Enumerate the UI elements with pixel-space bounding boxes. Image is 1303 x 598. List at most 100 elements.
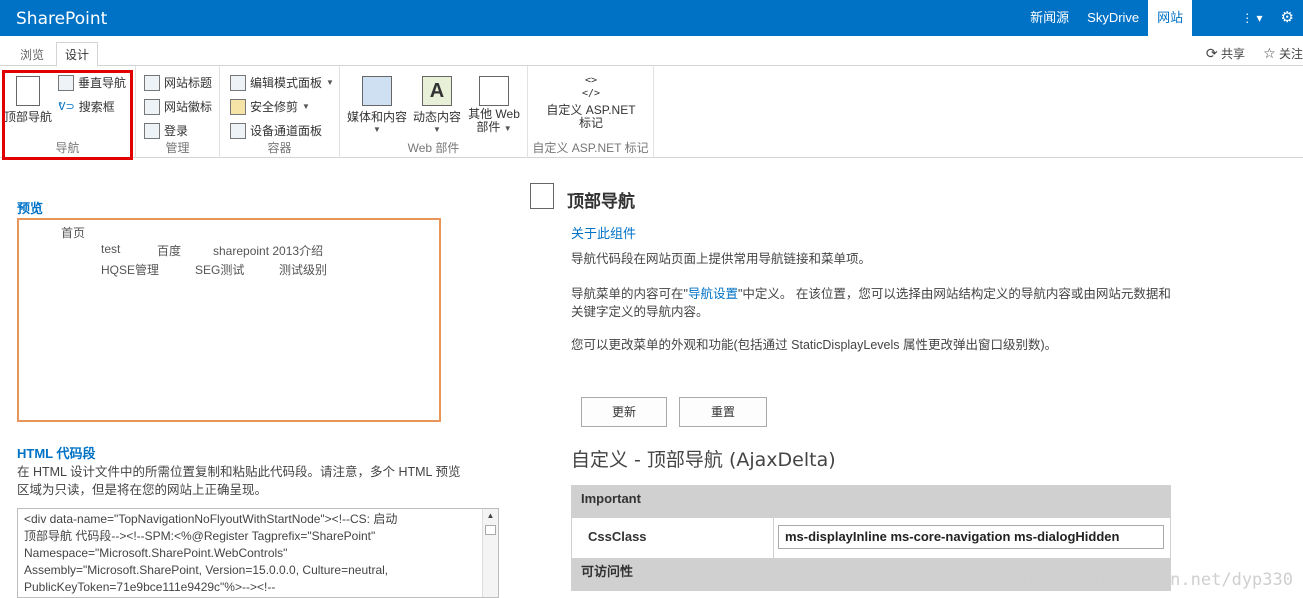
share-button[interactable]: ⟳ 共享 (1206, 45, 1245, 62)
cssclass-label: CssClass (588, 529, 647, 544)
component-desc-3: 您可以更改菜单的外观和功能(包括通过 StaticDisplayLevels 属… (571, 338, 1058, 352)
suite-links: 新闻源 SkyDrive 网站 ⋮ ▾ ⚙ (1021, 0, 1303, 36)
customize-title: 自定义 - 顶部导航 (AjaxDelta) (571, 449, 836, 471)
group-label-webparts: Web 部件 (407, 141, 460, 155)
section-important[interactable]: Important (571, 485, 1171, 518)
dynamic-content-label: 动态内容 (412, 110, 461, 124)
settings-icon[interactable]: ⚙ (1272, 0, 1303, 36)
section-accessibility-label: 可访问性 (581, 564, 634, 579)
security-trim-icon (230, 98, 246, 115)
desc2-pre: 导航菜单的内容可在" (571, 287, 688, 301)
login-button[interactable]: 登录 (144, 122, 188, 139)
site-title-icon (144, 74, 160, 91)
device-channel-panel-icon (230, 122, 246, 139)
group-custom-aspnet: <> </> 自定义 ASP.NET 标记 自定义 ASP.NET 标记 (528, 66, 654, 158)
edit-mode-panel-icon (230, 74, 246, 91)
preview-nav-item[interactable]: HQSE管理 (101, 261, 159, 278)
watermark: http://blog.csdn.net/dyp330 (1016, 570, 1293, 590)
preview-nav-item[interactable]: 百度 (157, 242, 181, 259)
login-label: 登录 (164, 124, 189, 138)
preview-nav-item[interactable]: 测试级别 (279, 261, 327, 278)
nav-settings-link[interactable]: 导航设置 (688, 287, 738, 301)
snippet-description: 在 HTML 设计文件中的所需位置复制和粘贴此代码段。请注意，多个 HTML 预… (17, 463, 461, 499)
other-webparts-label-2-text: 部件 (476, 120, 501, 134)
group-label-custom-aspnet: 自定义 ASP.NET 标记 (532, 141, 649, 155)
snippet-desc-line: 在 HTML 设计文件中的所需位置复制和粘贴此代码段。请注意，多个 HTML 预… (17, 465, 461, 479)
desc2-post: "中定义。 在该位置，您可以选择由网站结构定义的导航内容或由网站元数据和 (737, 287, 1171, 301)
device-channel-panel-button[interactable]: 设备通道面板 (230, 122, 322, 139)
custom-aspnet-label-2: 标记 (578, 116, 603, 130)
speaker-icon (362, 76, 392, 106)
ribbon: 顶部导航 垂直导航 ᕓ⊃ 搜索框 导航 网站标题 网站徽标 登录 管理 编辑模式… (0, 66, 1303, 158)
site-logo-label: 网站徽标 (164, 100, 213, 114)
snippet-code-textarea[interactable]: <div data-name="TopNavigationNoFlyoutWit… (17, 508, 499, 598)
preview-nav-item[interactable]: test (101, 242, 120, 256)
sites-link[interactable]: 网站 (1148, 0, 1193, 36)
preview-nav-item[interactable]: SEG测试 (195, 261, 244, 278)
chevron-down-icon: ▼ (373, 125, 381, 134)
component-title: 顶部导航 (567, 192, 635, 212)
code-line: 顶部导航 代码段--><!--SPM:<%@Register Tagprefix… (24, 529, 376, 543)
cssclass-input[interactable]: ms-displayInline ms-core-navigation ms-d… (778, 525, 1164, 549)
share-label: 共享 (1220, 47, 1245, 61)
share-icon: ⟳ (1205, 45, 1218, 61)
preview-nav-home[interactable]: 首页 (61, 224, 85, 241)
skydrive-link[interactable]: SkyDrive (1078, 0, 1148, 36)
media-label: 媒体和内容 (346, 110, 407, 124)
suite-bar: SharePoint 新闻源 SkyDrive 网站 ⋮ ▾ ⚙ (0, 0, 1303, 36)
media-button[interactable]: 媒体和内容 ▼ (344, 76, 410, 134)
chevron-down-icon: ▼ (503, 124, 512, 133)
about-component-link[interactable]: 关于此组件 (571, 225, 636, 243)
tab-browse[interactable]: 浏览 (12, 43, 52, 66)
code-line: PublicKeyToken=71e9bce111e9429c"%>--><!-… (24, 580, 276, 594)
property-row-cssclass: CssClass ms-displayInline ms-core-naviga… (571, 518, 1171, 558)
dynamic-content-icon: A (422, 76, 452, 106)
follow-label: 关注 (1278, 47, 1303, 61)
site-logo-button[interactable]: 网站徽标 (144, 98, 212, 115)
scroll-thumb[interactable] (485, 525, 496, 535)
chevron-down-icon: ▼ (326, 78, 334, 87)
other-webparts-button[interactable]: 其他 Web 部件 ▼ (464, 76, 524, 135)
preview-area: 首页 test 百度 sharepoint 2013介绍 HQSE管理 SEG测… (17, 218, 441, 422)
group-label-manage: 管理 (165, 141, 190, 155)
brand-title[interactable]: SharePoint (16, 9, 107, 29)
group-label-container: 容器 (267, 141, 292, 155)
group-manage: 网站标题 网站徽标 登录 管理 (136, 66, 220, 158)
webpart-icon (479, 76, 509, 106)
tab-design[interactable]: 设计 (56, 42, 99, 67)
update-button[interactable]: 更新 (581, 397, 667, 427)
chevron-down-icon: ▼ (433, 125, 441, 134)
preview-nav-item[interactable]: sharepoint 2013介绍 (213, 242, 323, 259)
more-menu-icon[interactable]: ⋮ ▾ (1232, 0, 1272, 36)
component-desc-2: 导航菜单的内容可在"导航设置"中定义。 在该位置，您可以选择由网站结构定义的导航… (571, 285, 1211, 321)
newsfeed-link[interactable]: 新闻源 (1021, 0, 1078, 36)
site-title-label: 网站标题 (164, 76, 213, 90)
site-logo-icon (144, 98, 160, 115)
snippet-title: HTML 代码段 (17, 446, 96, 461)
reset-button[interactable]: 重置 (679, 397, 767, 427)
scroll-up-icon[interactable]: ▲ (483, 509, 498, 523)
component-desc-1: 导航代码段在网站页面上提供常用导航链接和菜单项。 (571, 252, 872, 266)
custom-aspnet-button[interactable]: <> </> 自定义 ASP.NET 标记 (536, 74, 646, 130)
preview-title: 预览 (17, 201, 44, 216)
star-icon: ☆ (1263, 45, 1276, 61)
group-webparts: 媒体和内容 ▼ A 动态内容 ▼ 其他 Web 部件 ▼ Web 部件 (340, 66, 528, 158)
follow-button[interactable]: ☆ 关注 (1263, 45, 1303, 62)
code-tags-icon: <> </> (581, 75, 601, 99)
desc2-line2: 关键字定义的导航内容。 (571, 305, 709, 319)
dynamic-content-button[interactable]: A 动态内容 ▼ (410, 76, 464, 134)
security-trim-button[interactable]: 安全修剪 ▼ (230, 98, 310, 115)
component-icon (530, 183, 554, 209)
security-trim-label: 安全修剪 (250, 100, 299, 114)
section-important-label: Important (581, 491, 641, 506)
snippet-desc-line: 区域为只读，但是将在您的网站上正确呈现。 (17, 483, 268, 497)
device-channel-panel-label: 设备通道面板 (250, 124, 323, 138)
textarea-scrollbar[interactable]: ▲ (482, 509, 498, 597)
login-icon (144, 122, 160, 139)
site-title-button[interactable]: 网站标题 (144, 74, 212, 91)
edit-mode-panel-label: 编辑模式面板 (250, 76, 323, 90)
edit-mode-panel-button[interactable]: 编辑模式面板 ▼ (230, 74, 334, 91)
group-container: 编辑模式面板 ▼ 安全修剪 ▼ 设备通道面板 容器 (220, 66, 340, 158)
code-line: Namespace="Microsoft.SharePoint.WebContr… (24, 546, 288, 560)
ribbon-tabs: 浏览 设计 ⟳ 共享 ☆ 关注 (0, 36, 1303, 67)
